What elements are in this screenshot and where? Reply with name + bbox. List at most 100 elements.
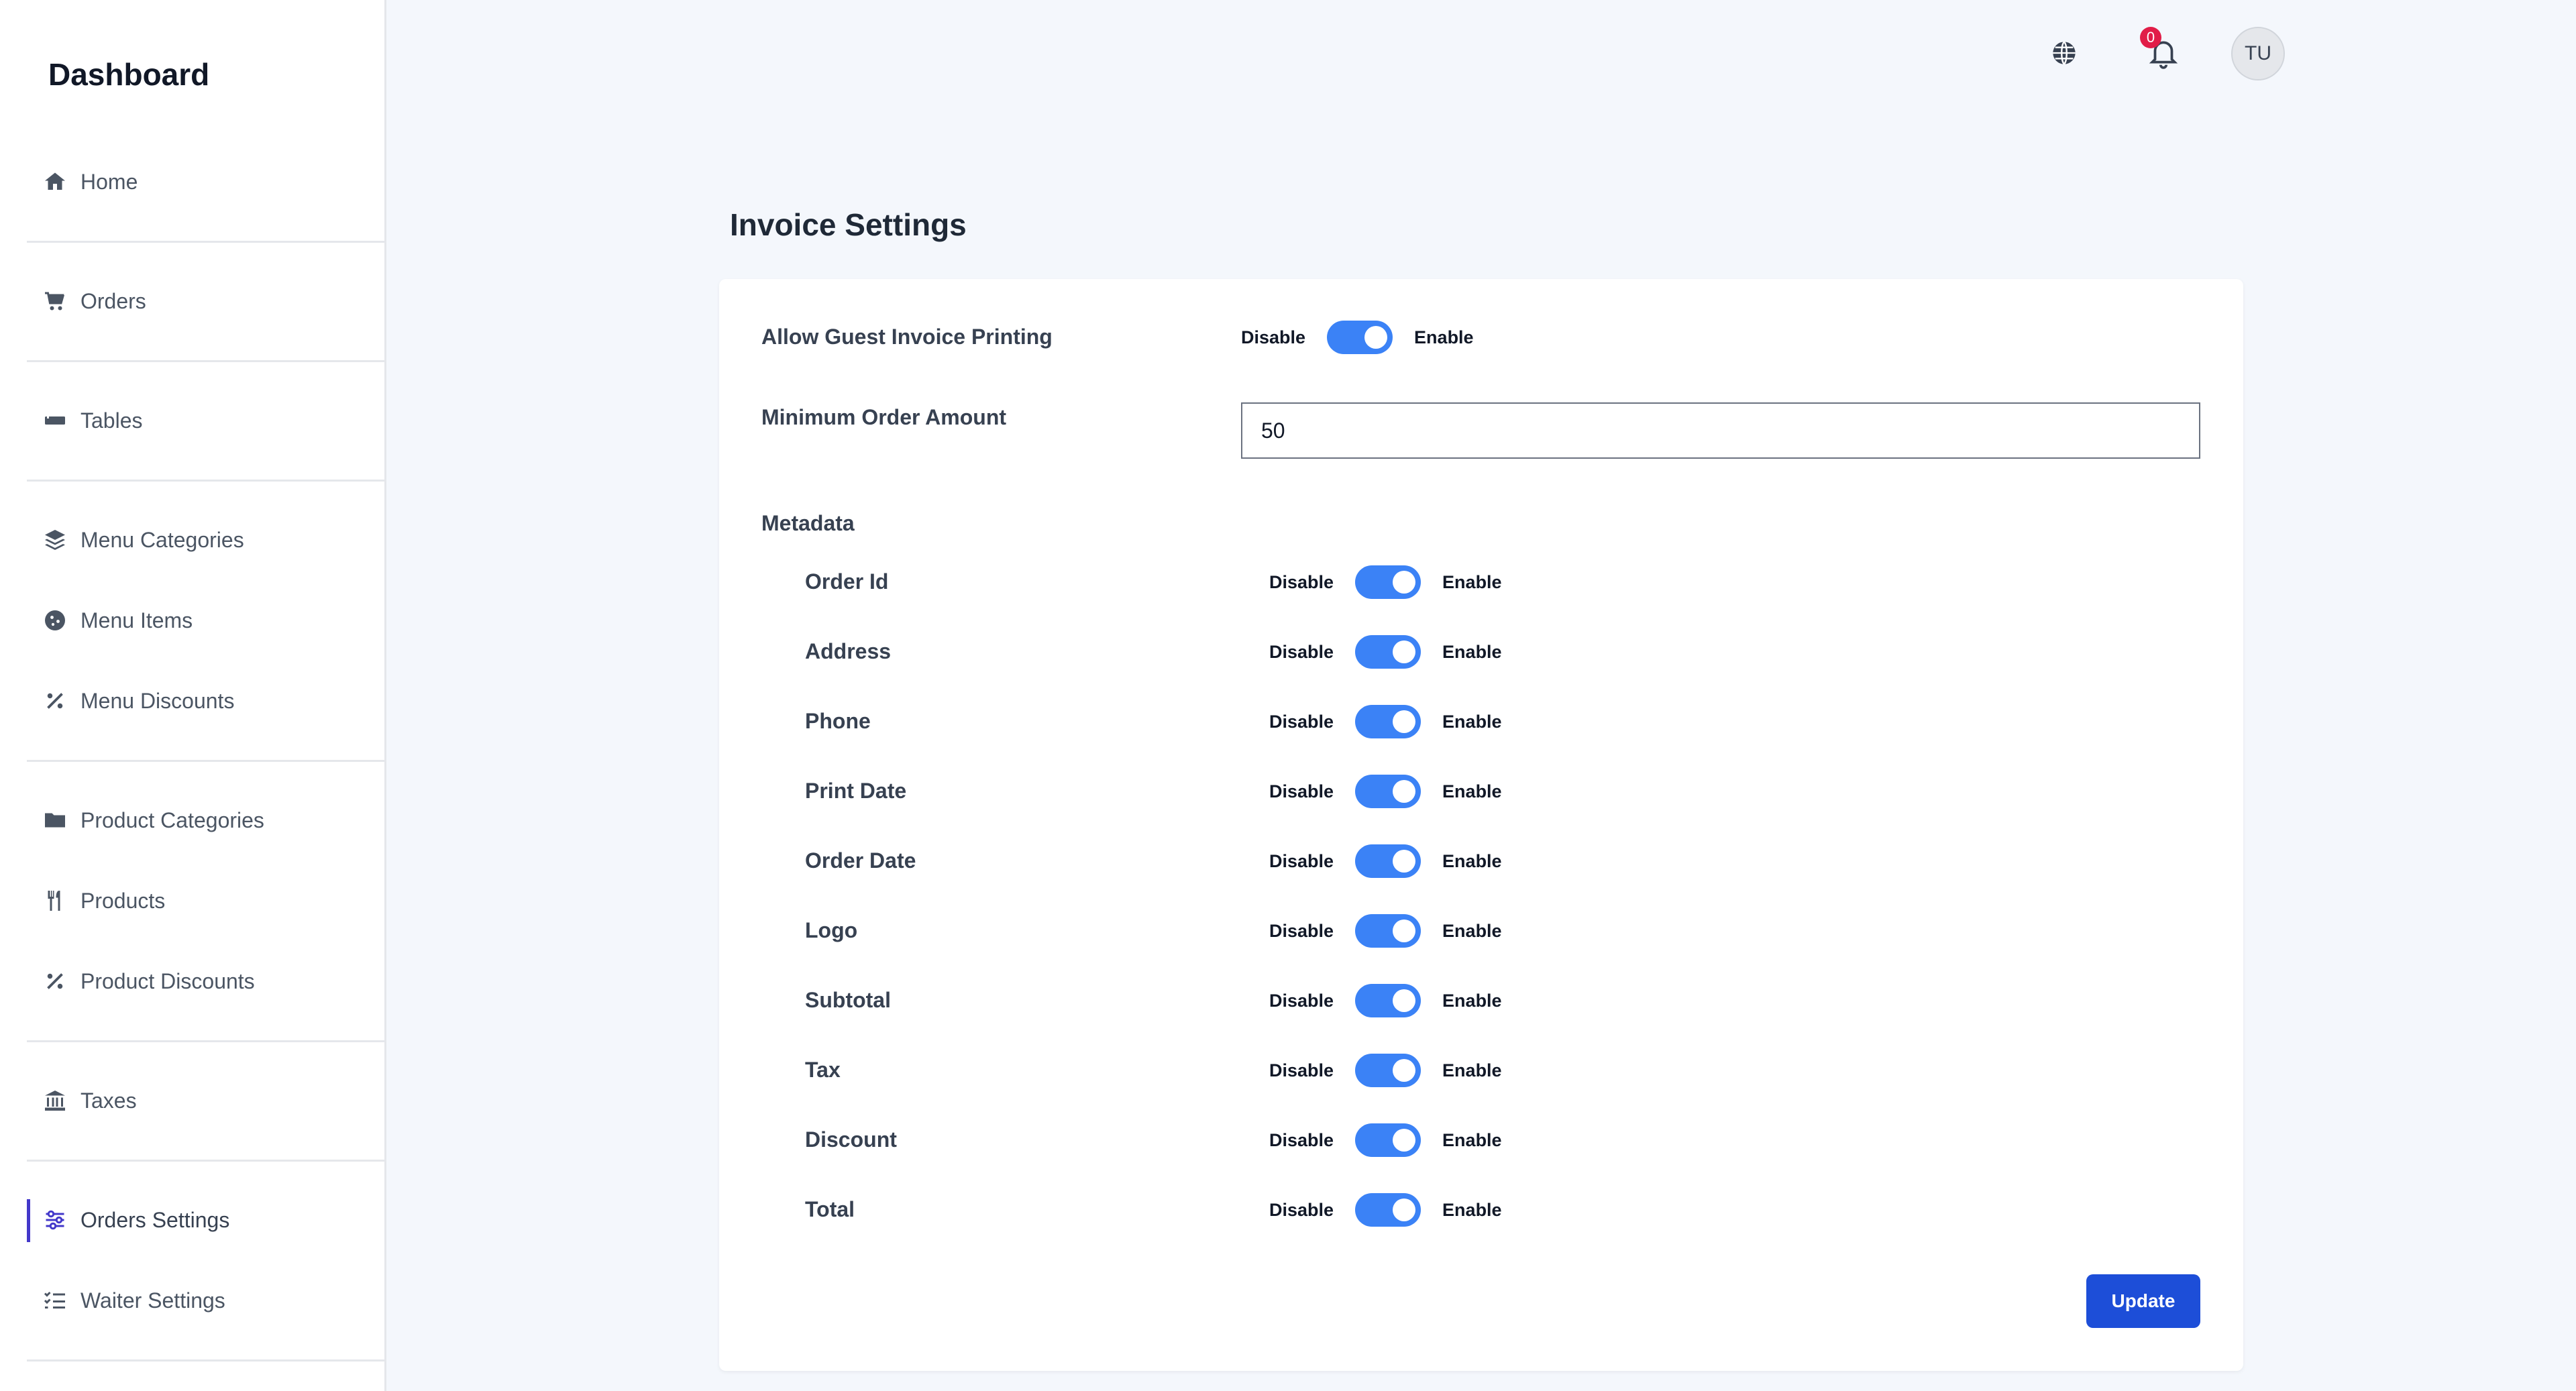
min-order-input[interactable] [1241, 402, 2200, 459]
enable-label: Enable [1442, 920, 1502, 941]
metadata-toggle-group: Disable Enable [1269, 635, 1502, 669]
sidebar-item-label: Product Categories [80, 808, 264, 832]
guest-printing-label: Allow Guest Invoice Printing [761, 325, 1053, 349]
update-button[interactable]: Update [2086, 1274, 2200, 1328]
notification-badge: 0 [2140, 27, 2161, 48]
sidebar-item-label: Orders Settings [80, 1207, 230, 1232]
switch-knob [1393, 641, 1416, 663]
sidebar-item-tables[interactable]: Tables [27, 390, 385, 451]
sidebar-item-product-categories[interactable]: Product Categories [27, 790, 385, 850]
sidebar-divider [27, 360, 386, 362]
sidebar-item-label: Menu Discounts [80, 688, 235, 713]
sidebar-item-taxes[interactable]: Taxes [27, 1070, 385, 1131]
metadata-toggle-group: Disable Enable [1269, 1193, 1502, 1227]
min-order-label: Minimum Order Amount [761, 405, 1007, 429]
metadata-toggle-group: Disable Enable [1269, 775, 1502, 808]
switch-knob [1393, 1059, 1416, 1082]
metadata-switch[interactable] [1355, 775, 1421, 808]
sidebar-divider [27, 241, 386, 243]
bank-icon [42, 1087, 68, 1114]
metadata-switch[interactable] [1355, 635, 1421, 669]
disable-label: Disable [1269, 571, 1334, 592]
metadata-switch[interactable] [1355, 914, 1421, 948]
home-icon [42, 168, 68, 195]
disable-label: Disable [1269, 711, 1334, 732]
sidebar: Dashboard Home Orders Tables Menu Catego… [0, 0, 386, 1391]
sidebar-item-orders[interactable]: Orders [27, 271, 385, 331]
sidebar-item-label: Menu Items [80, 608, 193, 632]
sidebar-divider [27, 760, 386, 762]
switch-knob [1364, 326, 1388, 349]
sidebar-item-label: Product Discounts [80, 968, 255, 993]
guest-printing-switch[interactable] [1327, 321, 1393, 354]
enable-label: Enable [1442, 571, 1502, 592]
disable-label: Disable [1269, 1129, 1334, 1150]
metadata-switch[interactable] [1355, 1193, 1421, 1227]
sidebar-item-label: Menu Categories [80, 527, 244, 552]
sidebar-item-orders-settings[interactable]: Orders Settings [27, 1190, 385, 1250]
sidebar-item-menu-items[interactable]: Menu Items [27, 590, 385, 651]
metadata-item-label: Tax [805, 1058, 841, 1082]
sidebar-title: Dashboard [48, 57, 210, 92]
metadata-toggle-group: Disable Enable [1269, 984, 1502, 1017]
disable-label: Disable [1269, 850, 1334, 871]
sidebar-item-label: Waiter Settings [80, 1288, 225, 1313]
metadata-item-label: Total [805, 1197, 855, 1221]
metadata-switch[interactable] [1355, 984, 1421, 1017]
metadata-toggle-group: Disable Enable [1269, 1123, 1502, 1157]
switch-knob [1393, 920, 1416, 942]
checklist-icon [42, 1287, 68, 1314]
metadata-toggle-group: Disable Enable [1269, 705, 1502, 738]
cart-icon [42, 288, 68, 315]
disable-label: Disable [1269, 641, 1334, 662]
enable-label: Enable [1414, 327, 1474, 347]
metadata-item-label: Order Id [805, 569, 889, 594]
disable-label: Disable [1269, 1060, 1334, 1080]
sidebar-item-label: Orders [80, 288, 146, 313]
enable-label: Enable [1442, 1129, 1502, 1150]
switch-knob [1393, 1199, 1416, 1221]
metadata-switch[interactable] [1355, 1123, 1421, 1157]
table-icon [42, 407, 68, 434]
enable-label: Enable [1442, 781, 1502, 801]
sidebar-item-home[interactable]: Home [27, 152, 385, 212]
sidebar-divider [27, 480, 386, 482]
sidebar-item-products[interactable]: Products [27, 871, 385, 931]
switch-knob [1393, 850, 1416, 873]
percent-icon [42, 968, 68, 995]
avatar[interactable]: TU [2231, 27, 2285, 80]
switch-knob [1393, 710, 1416, 733]
sidebar-item-menu-categories[interactable]: Menu Categories [27, 510, 385, 570]
sidebar-item-waiter-settings[interactable]: Waiter Settings [27, 1270, 385, 1331]
sidebar-divider [27, 1040, 386, 1042]
sidebar-divider [27, 1160, 386, 1162]
disable-label: Disable [1269, 1199, 1334, 1220]
metadata-item-label: Logo [805, 918, 858, 942]
sidebar-item-label: Tables [80, 408, 143, 433]
disable-label: Disable [1269, 781, 1334, 801]
sidebar-item-product-discounts[interactable]: Product Discounts [27, 951, 385, 1011]
metadata-item-label: Address [805, 639, 892, 663]
app-root: Dashboard Home Orders Tables Menu Catego… [0, 0, 2576, 1391]
metadata-item-label: Subtotal [805, 988, 891, 1012]
disable-label: Disable [1269, 990, 1334, 1011]
metadata-switch[interactable] [1355, 705, 1421, 738]
enable-label: Enable [1442, 711, 1502, 732]
switch-knob [1393, 989, 1416, 1012]
sidebar-item-menu-discounts[interactable]: Menu Discounts [27, 671, 385, 731]
metadata-item-label: Discount [805, 1127, 897, 1152]
page-title: Invoice Settings [730, 207, 967, 242]
sidebar-divider [27, 1359, 386, 1361]
metadata-switch[interactable] [1355, 1054, 1421, 1087]
enable-label: Enable [1442, 1199, 1502, 1220]
metadata-switch[interactable] [1355, 844, 1421, 878]
metadata-item-label: Phone [805, 709, 871, 733]
language-button[interactable] [2049, 38, 2080, 68]
utensils-icon [42, 887, 68, 914]
sidebar-item-label: Taxes [80, 1088, 137, 1113]
metadata-switch[interactable] [1355, 565, 1421, 599]
layers-icon [42, 526, 68, 553]
percent-icon [42, 687, 68, 714]
disable-label: Disable [1269, 920, 1334, 941]
metadata-label: Metadata [761, 511, 855, 535]
